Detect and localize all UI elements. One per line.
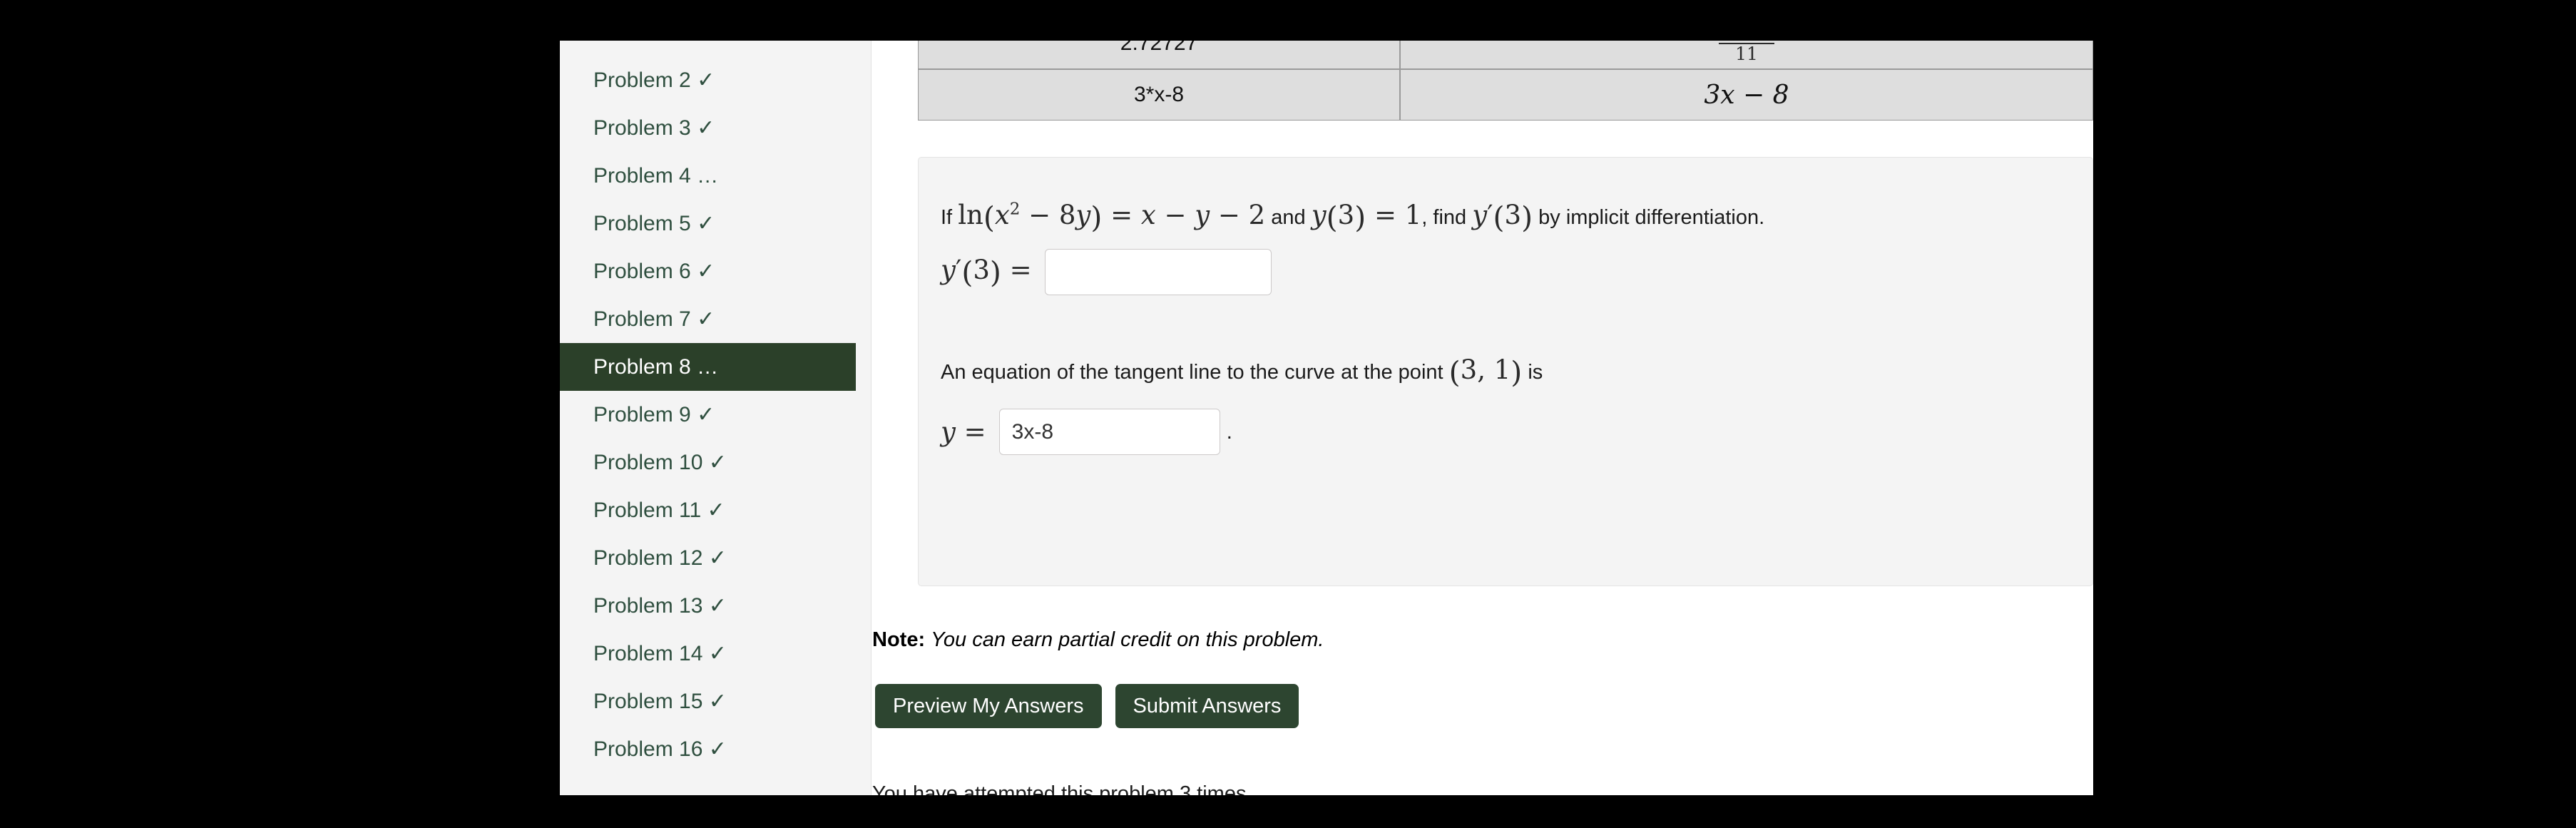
problem-list-sidebar[interactable]: Problem 1 ✓ Problem 2 ✓ Problem 3 ✓ Prob… xyxy=(560,41,872,795)
tangent-text-after: is xyxy=(1528,361,1543,384)
derivative-answer-label: y′(3) = xyxy=(941,255,1032,290)
sidebar-item-label: Problem 2 ✓ xyxy=(593,68,715,92)
tangent-point: (3, 1) xyxy=(1448,354,1523,389)
sidebar-item-label: Problem 11 ✓ xyxy=(593,499,725,522)
partial-credit-note: Note: You can earn partial credit on thi… xyxy=(872,628,1324,652)
sidebar-item-label: Problem 4 … xyxy=(593,164,719,188)
entered-answer-cell: 2.72727 xyxy=(918,41,1400,69)
previous-answers-table: 2.72727 6+24 11 3*x-8 3x − 8 xyxy=(918,41,2093,121)
sidebar-item-label: Problem 1 ✓ xyxy=(593,41,715,44)
sidebar-item-problem-8[interactable]: Problem 8 … xyxy=(560,343,856,391)
main-content: 2.72727 6+24 11 3*x-8 3x − 8 If ln(x2 − … xyxy=(872,41,2093,795)
fraction-denominator: 11 xyxy=(1718,43,1775,63)
statement-equation-1: ln(x2 − 8y) = x − y − 2 xyxy=(958,200,1266,235)
rendered-answer-cell: 6+24 11 xyxy=(1400,41,2093,69)
sidebar-item-problem-9[interactable]: Problem 9 ✓ xyxy=(560,391,871,439)
sidebar-item-label: Problem 5 ✓ xyxy=(593,212,715,235)
entered-answer-cell: 3*x-8 xyxy=(918,69,1400,121)
sidebar-item-problem-2[interactable]: Problem 2 ✓ xyxy=(560,56,871,104)
sidebar-item-label: Problem 7 ✓ xyxy=(593,307,715,331)
statement-middle: , find xyxy=(1421,206,1467,229)
sidebar-item-problem-12[interactable]: Problem 12 ✓ xyxy=(560,534,871,582)
sidebar-item-problem-6[interactable]: Problem 6 ✓ xyxy=(560,247,871,295)
attempt-count-text: You have attempted this problem 3 times. xyxy=(872,782,1252,795)
derivative-answer-input[interactable] xyxy=(1044,249,1272,295)
fraction-display: 6+24 11 xyxy=(1718,41,1775,63)
sidebar-item-problem-10[interactable]: Problem 10 ✓ xyxy=(560,439,871,486)
tangent-line-prompt: An equation of the tangent line to the c… xyxy=(941,354,1543,389)
submit-answers-button[interactable]: Submit Answers xyxy=(1115,684,1299,728)
sidebar-item-problem-16[interactable]: Problem 16 ✓ xyxy=(560,725,871,773)
trailing-period: . xyxy=(1226,419,1233,444)
sidebar-item-label: Problem 10 ✓ xyxy=(593,451,727,474)
statement-equation-2: y(3) = 1 xyxy=(1311,200,1422,235)
sidebar-item-label: Problem 6 ✓ xyxy=(593,260,715,283)
answer-buttons: Preview My Answers Submit Answers xyxy=(875,684,1299,728)
preview-my-answers-button[interactable]: Preview My Answers xyxy=(875,684,1102,728)
sidebar-item-problem-14[interactable]: Problem 14 ✓ xyxy=(560,630,871,678)
sidebar-item-problem-3[interactable]: Problem 3 ✓ xyxy=(560,104,871,152)
statement-suffix: by implicit differentiation. xyxy=(1538,206,1765,229)
tangent-answer-row: y = . xyxy=(941,409,1232,455)
sidebar-item-problem-11[interactable]: Problem 11 ✓ xyxy=(560,486,871,534)
sidebar-item-label: Problem 12 ✓ xyxy=(593,546,727,570)
tangent-answer-input[interactable] xyxy=(998,409,1220,455)
sidebar-item-label: Problem 16 ✓ xyxy=(593,737,727,761)
table-row: 3*x-8 3x − 8 xyxy=(918,69,2093,121)
note-label: Note: xyxy=(872,628,926,651)
fraction-numerator: 6+24 xyxy=(1719,41,1775,43)
note-text: You can earn partial credit on this prob… xyxy=(931,628,1324,651)
sidebar-item-label: Problem 14 ✓ xyxy=(593,642,727,665)
problem-panel: If ln(x2 − 8y) = x − y − 2 and y(3) = 1,… xyxy=(918,157,2093,586)
problem-statement: If ln(x2 − 8y) = x − y − 2 and y(3) = 1,… xyxy=(941,200,1764,235)
sidebar-item-problem-15[interactable]: Problem 15 ✓ xyxy=(560,678,871,725)
sidebar-item-label: Problem 15 ✓ xyxy=(593,690,727,713)
sidebar-item-label: Problem 8 … xyxy=(593,355,719,379)
table-row: 2.72727 6+24 11 xyxy=(918,41,2093,69)
sidebar-item-problem-1[interactable]: Problem 1 ✓ xyxy=(560,41,871,56)
derivative-answer-row: y′(3) = xyxy=(941,249,1272,295)
sidebar-item-label: Problem 3 ✓ xyxy=(593,116,715,140)
rendered-answer-cell: 3x − 8 xyxy=(1400,69,2093,121)
sidebar-item-problem-5[interactable]: Problem 5 ✓ xyxy=(560,200,871,247)
sidebar-item-problem-7[interactable]: Problem 7 ✓ xyxy=(560,295,871,343)
sidebar-item-label: Problem 9 ✓ xyxy=(593,403,715,426)
statement-connector: and xyxy=(1271,206,1306,229)
tangent-answer-label: y = xyxy=(941,416,986,447)
statement-target: y′(3) xyxy=(1472,200,1533,235)
sidebar-item-label: Problem 13 ✓ xyxy=(593,594,727,618)
sidebar-items: Problem 1 ✓ Problem 2 ✓ Problem 3 ✓ Prob… xyxy=(560,41,871,773)
statement-prefix: If xyxy=(941,206,953,229)
sidebar-item-problem-4[interactable]: Problem 4 … xyxy=(560,152,871,200)
tangent-text-before: An equation of the tangent line to the c… xyxy=(941,361,1443,384)
sidebar-item-problem-13[interactable]: Problem 13 ✓ xyxy=(560,582,871,630)
page-viewport: Problem 1 ✓ Problem 2 ✓ Problem 3 ✓ Prob… xyxy=(560,41,2093,795)
